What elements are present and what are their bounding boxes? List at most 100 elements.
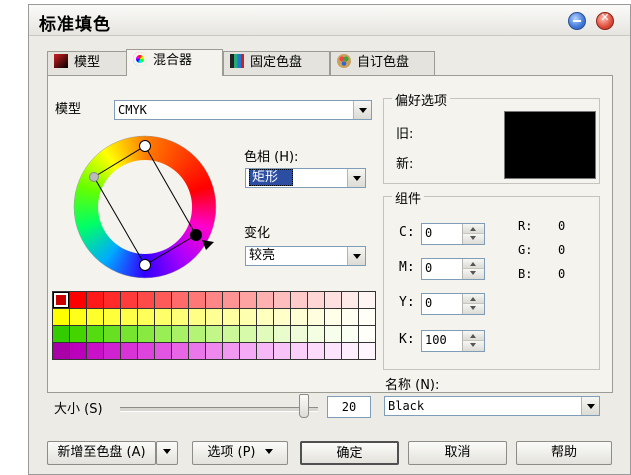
color-swatch[interactable] [189, 343, 205, 359]
color-swatch[interactable] [53, 343, 69, 359]
color-swatch[interactable] [206, 326, 222, 342]
color-swatch[interactable] [104, 343, 120, 359]
color-swatch[interactable] [155, 326, 171, 342]
color-swatch[interactable] [223, 292, 239, 308]
color-swatch[interactable] [240, 343, 256, 359]
name-select[interactable]: Black [384, 396, 600, 416]
close-button[interactable]: ✕ [596, 11, 614, 30]
hue-handle-left[interactable] [89, 172, 99, 182]
variation-select[interactable]: 较亮 [245, 246, 366, 266]
color-swatch[interactable] [325, 343, 341, 359]
spin-up-icon[interactable] [462, 331, 484, 341]
spin-down-icon[interactable] [462, 341, 484, 351]
color-swatch[interactable] [359, 292, 375, 308]
color-swatch[interactable] [121, 343, 137, 359]
color-swatch[interactable] [189, 309, 205, 325]
color-swatch[interactable] [53, 309, 69, 325]
color-swatch[interactable] [138, 309, 154, 325]
color-swatch[interactable] [87, 326, 103, 342]
color-swatch[interactable] [104, 292, 120, 308]
color-swatch[interactable] [342, 343, 358, 359]
color-swatch[interactable] [325, 309, 341, 325]
color-swatch[interactable] [206, 343, 222, 359]
color-swatch[interactable] [121, 326, 137, 342]
hue-select[interactable]: 矩形 [245, 168, 366, 188]
color-swatch[interactable] [172, 309, 188, 325]
color-swatch[interactable] [240, 292, 256, 308]
color-swatch[interactable] [138, 292, 154, 308]
y-stepper[interactable]: 0 [421, 293, 485, 315]
cancel-button[interactable]: 取消 [408, 441, 507, 465]
tab-mixer[interactable]: 混合器 [126, 49, 223, 76]
color-swatch[interactable] [308, 292, 324, 308]
color-swatch[interactable] [104, 326, 120, 342]
k-stepper[interactable]: 100 [421, 330, 485, 352]
color-swatch[interactable] [325, 292, 341, 308]
color-swatch[interactable] [257, 343, 273, 359]
help-button[interactable]: 帮助 [516, 441, 612, 465]
spin-up-icon[interactable] [462, 294, 484, 304]
spin-down-icon[interactable] [462, 234, 484, 244]
color-swatch[interactable] [308, 343, 324, 359]
color-swatch[interactable] [70, 309, 86, 325]
color-swatch[interactable] [138, 343, 154, 359]
color-swatch[interactable] [70, 292, 86, 308]
spin-up-icon[interactable] [462, 259, 484, 269]
color-swatch[interactable] [121, 309, 137, 325]
color-swatch[interactable] [291, 309, 307, 325]
color-swatch[interactable] [172, 343, 188, 359]
color-swatch[interactable] [223, 343, 239, 359]
color-swatch[interactable] [206, 309, 222, 325]
color-swatch[interactable] [87, 343, 103, 359]
color-swatch[interactable] [172, 326, 188, 342]
color-swatch[interactable] [223, 326, 239, 342]
size-value-box[interactable]: 20 [327, 396, 371, 418]
spin-down-icon[interactable] [462, 269, 484, 279]
color-swatch[interactable] [291, 343, 307, 359]
color-swatch[interactable] [342, 326, 358, 342]
color-swatch[interactable] [257, 292, 273, 308]
color-swatch[interactable] [104, 309, 120, 325]
ok-button[interactable]: 确定 [300, 441, 399, 465]
color-swatch[interactable] [155, 309, 171, 325]
color-swatch[interactable] [274, 326, 290, 342]
color-swatch[interactable] [308, 326, 324, 342]
color-swatch[interactable] [257, 326, 273, 342]
color-swatch[interactable] [274, 309, 290, 325]
color-swatch[interactable] [359, 309, 375, 325]
color-swatch[interactable] [121, 292, 137, 308]
hue-handle-top[interactable] [139, 140, 151, 152]
color-swatch[interactable] [189, 326, 205, 342]
color-swatch[interactable] [240, 309, 256, 325]
add-to-palette-button[interactable]: 新增至色盘 (A) [47, 441, 156, 465]
color-swatch[interactable] [359, 343, 375, 359]
color-swatch[interactable] [308, 309, 324, 325]
color-swatch[interactable] [155, 343, 171, 359]
color-swatch[interactable] [53, 326, 69, 342]
size-slider-track[interactable] [120, 407, 318, 412]
color-swatch[interactable] [291, 292, 307, 308]
color-swatch[interactable] [240, 326, 256, 342]
color-swatch[interactable] [87, 309, 103, 325]
color-swatch[interactable] [70, 343, 86, 359]
color-swatch[interactable] [189, 292, 205, 308]
hue-handle-right[interactable] [190, 229, 202, 241]
color-swatch[interactable] [206, 292, 222, 308]
color-swatch[interactable] [342, 292, 358, 308]
options-button[interactable]: 选项 (P) [192, 441, 288, 465]
size-slider-thumb[interactable] [298, 394, 309, 418]
color-swatch[interactable] [53, 292, 69, 308]
hue-handle-bottom[interactable] [139, 259, 151, 271]
spin-up-icon[interactable] [462, 224, 484, 234]
color-swatch[interactable] [325, 326, 341, 342]
color-swatch[interactable] [291, 326, 307, 342]
color-wheel[interactable] [70, 132, 220, 282]
color-swatch[interactable] [342, 309, 358, 325]
add-to-palette-dropdown[interactable] [156, 441, 178, 465]
tab-fixed-palette[interactable]: 固定色盘 [223, 51, 330, 75]
color-swatch[interactable] [138, 326, 154, 342]
color-swatch[interactable] [155, 292, 171, 308]
color-swatch[interactable] [274, 292, 290, 308]
color-swatch[interactable] [70, 326, 86, 342]
tab-model[interactable]: 模型 [47, 51, 127, 75]
